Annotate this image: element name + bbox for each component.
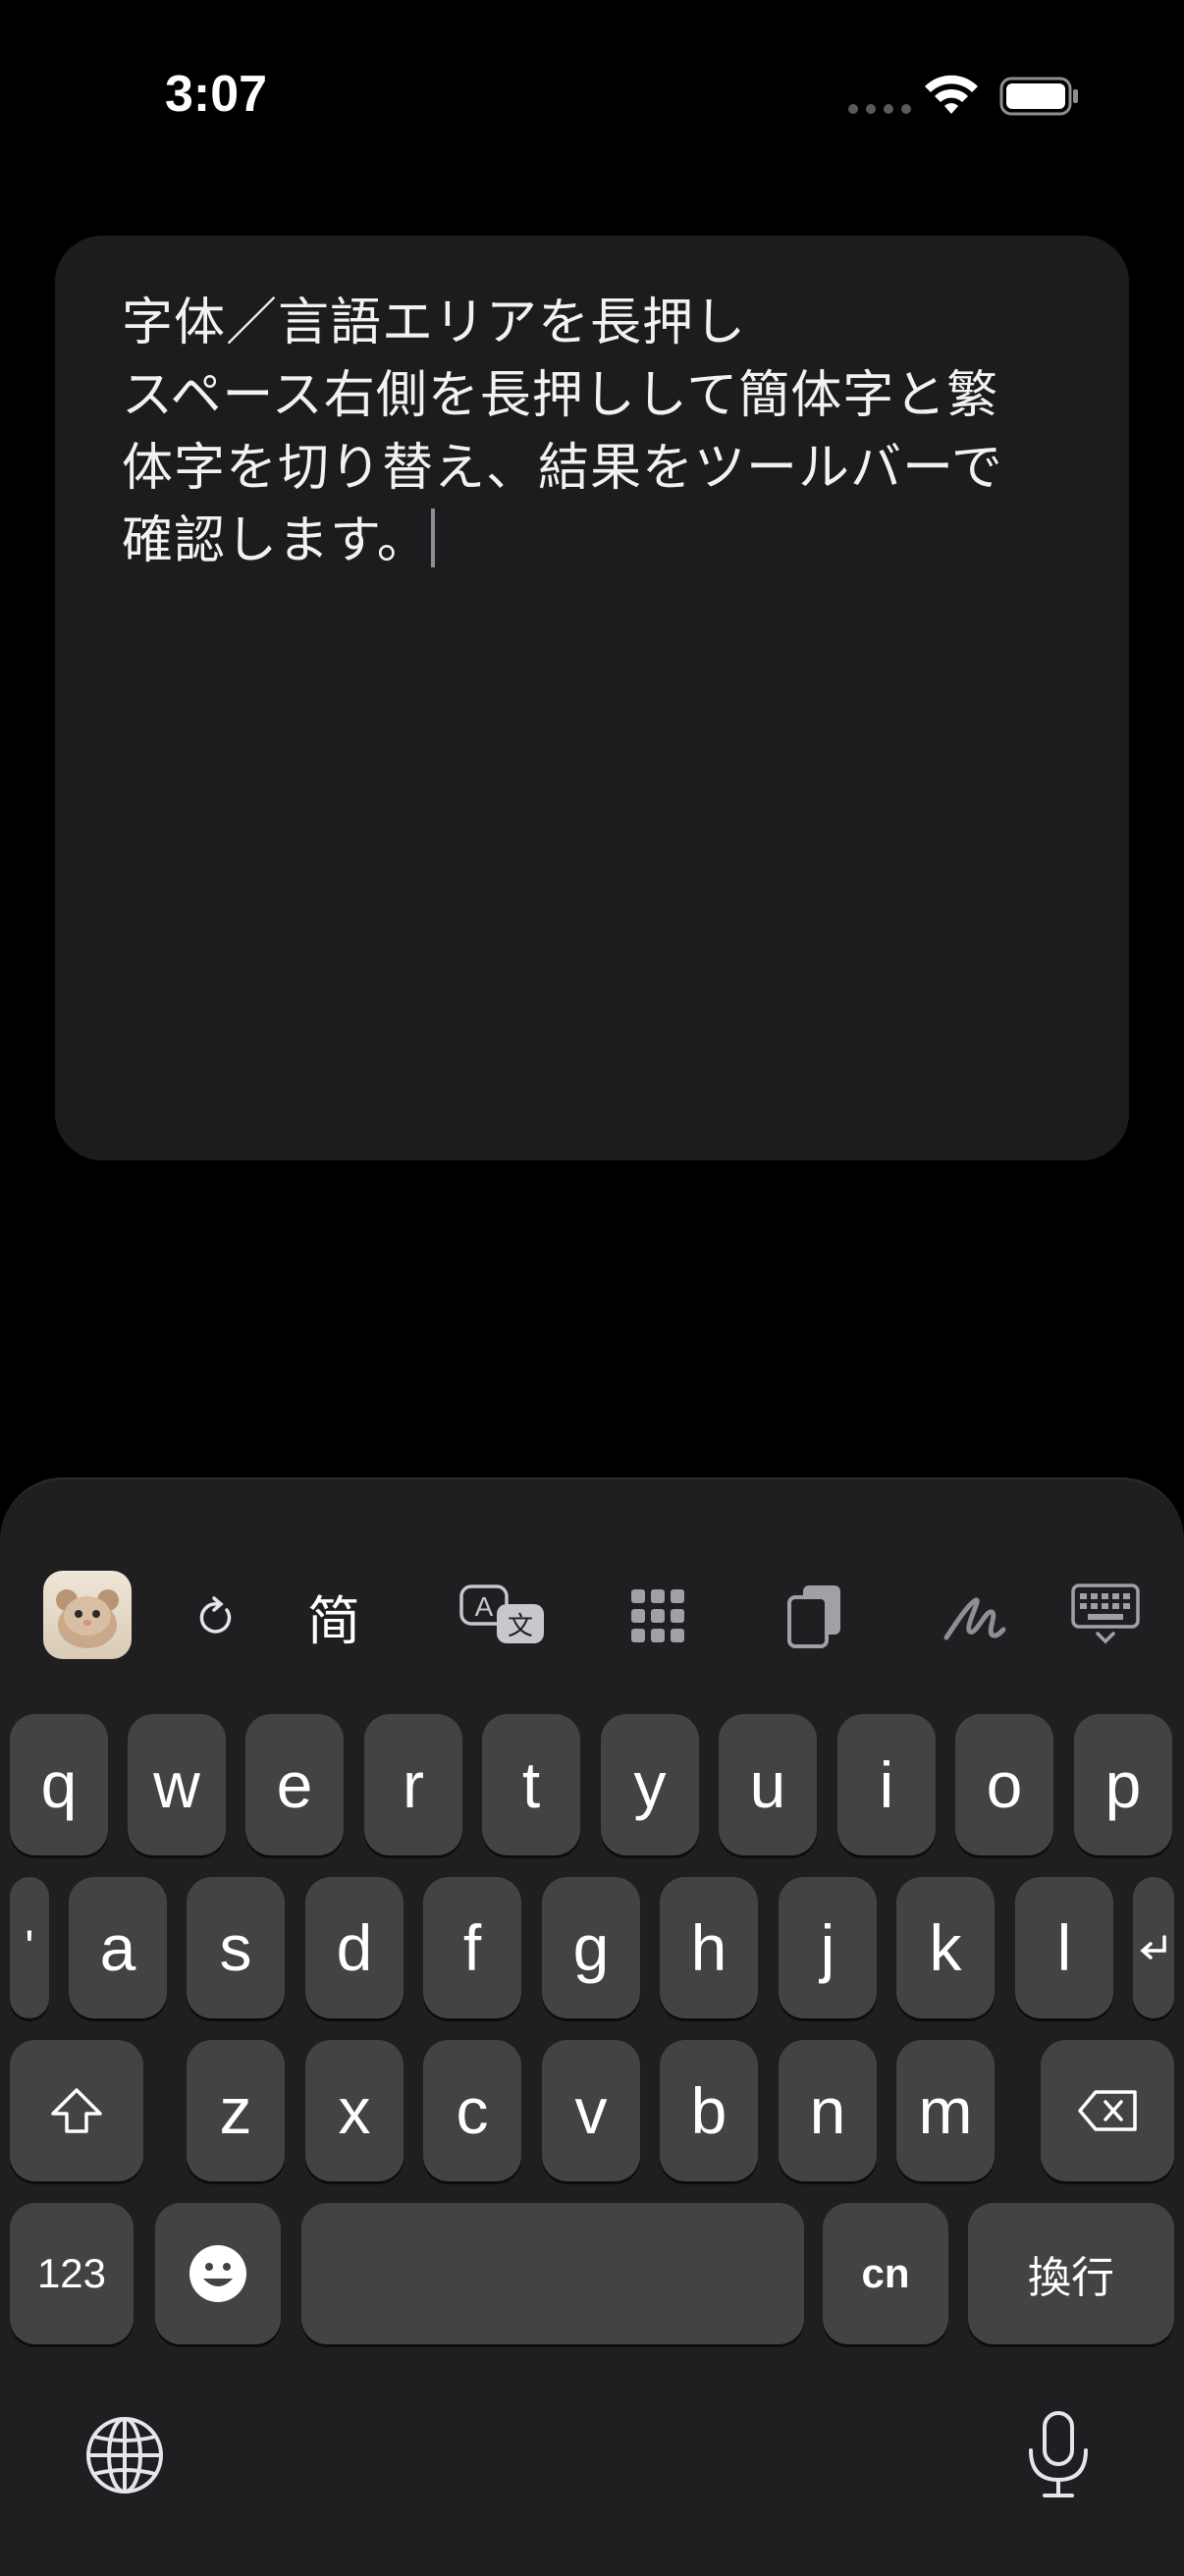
battery-icon [999, 77, 1078, 116]
hamster-app-icon[interactable] [43, 1571, 132, 1659]
keyboard-hide-icon[interactable] [1070, 1583, 1141, 1645]
text-editor-content[interactable]: 字体／言語エリアを長押し スペース右側を長押しして簡体字と繁 体字を切り替え、結… [122, 287, 1084, 577]
numbers-key[interactable]: 123 [10, 2203, 134, 2344]
key-f[interactable]: f [423, 1877, 521, 2018]
clipboard-icon[interactable] [783, 1581, 846, 1651]
cn-key[interactable]: cn [823, 2203, 948, 2344]
key-i[interactable]: i [837, 1714, 936, 1855]
text-line: 体字を切り替え、結果をツールバーで [122, 439, 1003, 498]
refresh-icon[interactable] [192, 1590, 242, 1645]
globe-icon[interactable] [84, 2415, 165, 2496]
key-m[interactable]: m [896, 2040, 995, 2181]
text-line: 確認します。 [122, 505, 1084, 577]
key-q[interactable]: q [10, 1714, 108, 1855]
key-g[interactable]: g [542, 1877, 640, 2018]
key-j[interactable]: j [779, 1877, 877, 2018]
key-apostrophe[interactable]: ' [10, 1877, 49, 2018]
text-caret [430, 509, 435, 567]
key-l[interactable]: l [1015, 1877, 1113, 2018]
key-e[interactable]: e [245, 1714, 344, 1855]
space-key[interactable] [301, 2203, 804, 2344]
emoji-key[interactable] [155, 2203, 281, 2344]
status-time: 3:07 [165, 66, 268, 123]
grid-icon[interactable] [628, 1586, 687, 1645]
text-line: スペース右側を長押しして簡体字と繁 [122, 366, 999, 425]
text-line: 字体／言語エリアを長押し [122, 294, 747, 352]
emoji-icon [189, 2245, 246, 2302]
svg-text:A: A [475, 1591, 494, 1622]
return-arrow-key[interactable] [1133, 1877, 1174, 2018]
microphone-icon[interactable] [1025, 2409, 1092, 2501]
key-h[interactable]: h [660, 1877, 758, 2018]
key-n[interactable]: n [779, 2040, 877, 2181]
shift-key[interactable] [10, 2040, 143, 2181]
key-a[interactable]: a [69, 1877, 167, 2018]
key-s[interactable]: s [187, 1877, 285, 2018]
key-z[interactable]: z [187, 2040, 285, 2181]
key-o[interactable]: o [955, 1714, 1053, 1855]
key-v[interactable]: v [542, 2040, 640, 2181]
key-y[interactable]: y [601, 1714, 699, 1855]
key-r[interactable]: r [364, 1714, 462, 1855]
key-u[interactable]: u [719, 1714, 817, 1855]
wifi-icon [925, 75, 978, 114]
return-arrow-icon [1140, 1935, 1166, 1959]
key-d[interactable]: d [305, 1877, 404, 2018]
translate-icon[interactable]: A 文 [456, 1581, 550, 1651]
script-toggle-button[interactable]: 简 [295, 1577, 373, 1655]
svg-text:文: 文 [508, 1612, 533, 1641]
shift-icon [51, 2088, 102, 2133]
key-t[interactable]: t [482, 1714, 580, 1855]
key-p[interactable]: p [1074, 1714, 1172, 1855]
key-x[interactable]: x [305, 2040, 404, 2181]
key-k[interactable]: k [896, 1877, 995, 2018]
handwriting-icon[interactable] [939, 1584, 1009, 1647]
key-b[interactable]: b [660, 2040, 758, 2181]
signal-dots-icon [848, 104, 911, 114]
backspace-icon [1078, 2090, 1137, 2131]
key-c[interactable]: c [423, 2040, 521, 2181]
key-w[interactable]: w [128, 1714, 226, 1855]
delete-key[interactable] [1041, 2040, 1174, 2181]
return-key[interactable]: 換行 [968, 2203, 1174, 2344]
